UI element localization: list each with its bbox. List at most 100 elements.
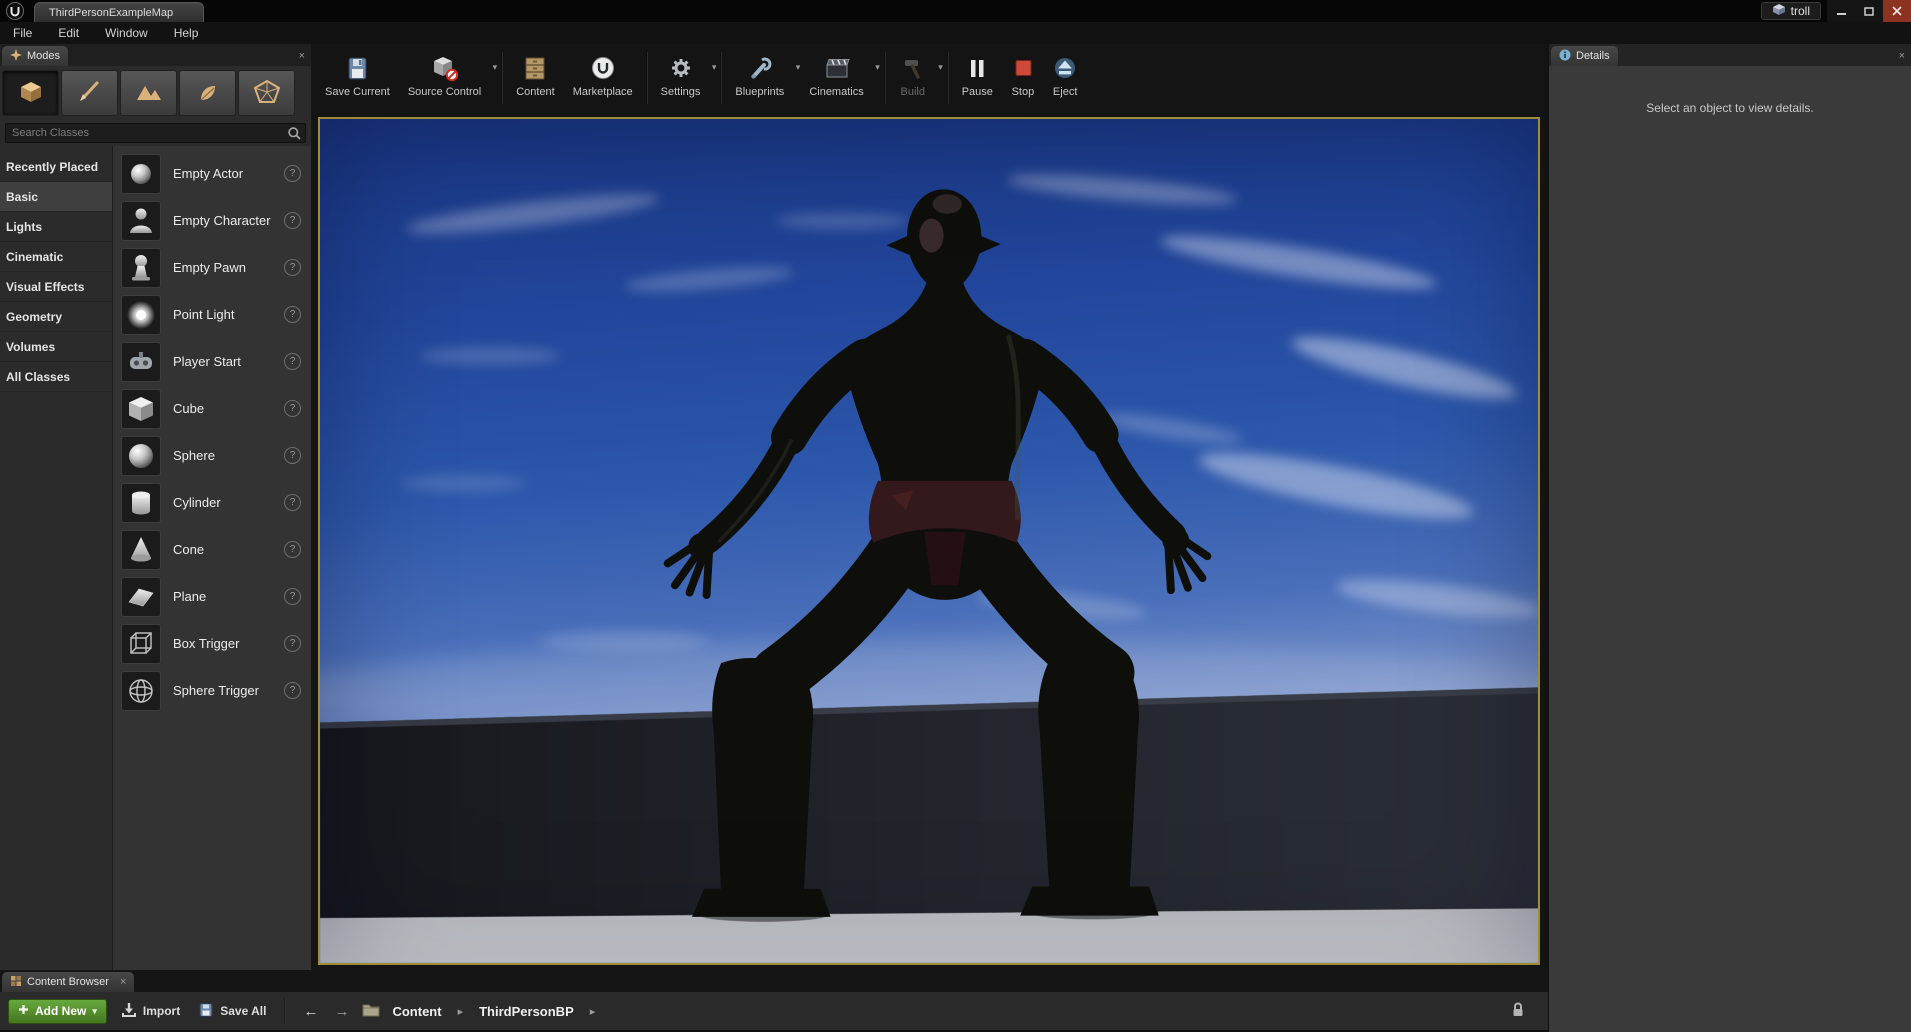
category-recently-placed[interactable]: Recently Placed (0, 152, 112, 182)
paint-mode-button[interactable] (61, 70, 118, 116)
forward-arrow-icon[interactable]: → (331, 1003, 352, 1020)
grab-handle-icon[interactable]: ? (284, 682, 301, 699)
menu-edit[interactable]: Edit (45, 22, 92, 44)
details-tab-label: Details (1576, 50, 1610, 62)
empty-pawn-thumbnail (121, 247, 161, 288)
source-control-button[interactable]: Source Control ▾ (399, 50, 497, 100)
grab-handle-icon[interactable]: ? (284, 259, 301, 276)
geometry-mode-icon (252, 79, 282, 108)
placeable-items-list: Empty Actor ? Empty Character ? Empty Pa… (113, 146, 311, 970)
marketplace-button[interactable]: Marketplace (564, 50, 642, 100)
lock-icon[interactable] (1510, 1001, 1526, 1021)
grab-handle-icon[interactable]: ? (284, 212, 301, 229)
add-new-button[interactable]: Add New ▾ (8, 998, 107, 1024)
level-viewport[interactable] (318, 117, 1540, 965)
stop-icon (1011, 54, 1035, 84)
chevron-down-icon: ▾ (492, 62, 498, 72)
breadcrumb-sep-icon: ▸ (457, 1005, 464, 1018)
list-item-box-trigger[interactable]: Box Trigger ? (113, 620, 311, 667)
level-tab[interactable]: ThirdPersonExampleMap (34, 2, 204, 22)
category-geometry[interactable]: Geometry (0, 302, 112, 332)
foliage-mode-button[interactable] (179, 70, 236, 116)
blueprints-button[interactable]: Blueprints ▾ (726, 50, 800, 100)
grab-handle-icon[interactable]: ? (284, 635, 301, 652)
list-item-empty-character[interactable]: Empty Character ? (113, 197, 311, 244)
cinematics-button[interactable]: Cinematics ▾ (800, 50, 880, 100)
save-current-button[interactable]: Save Current (316, 50, 399, 100)
landscape-mode-button[interactable] (120, 70, 177, 116)
place-mode-button[interactable] (2, 70, 59, 116)
category-lights[interactable]: Lights (0, 212, 112, 242)
chevron-down-icon: ▾ (875, 62, 880, 72)
list-item-plane[interactable]: Plane ? (113, 573, 311, 620)
grab-handle-icon[interactable]: ? (284, 447, 301, 464)
grab-handle-icon[interactable]: ? (284, 588, 301, 605)
category-visual-effects[interactable]: Visual Effects (0, 272, 112, 302)
save-all-icon (198, 1002, 214, 1021)
tab-modes[interactable]: Modes (2, 46, 69, 66)
content-browser-toolbar: Add New ▾ Import Save All ← → Content ▸ … (0, 992, 1548, 1030)
list-item-empty-pawn[interactable]: Empty Pawn ? (113, 244, 311, 291)
list-item-sphere-trigger[interactable]: Sphere Trigger ? (113, 667, 311, 714)
stop-button[interactable]: Stop (1002, 50, 1044, 100)
sphere-thumbnail (121, 435, 161, 476)
search-classes-input[interactable] (6, 124, 305, 142)
content-browser-tabrow: Content Browser × (0, 970, 1548, 992)
plus-icon (18, 1004, 29, 1018)
build-button[interactable]: Build ▾ (890, 50, 943, 100)
list-item-point-light[interactable]: Point Light ? (113, 291, 311, 338)
menu-file[interactable]: File (0, 22, 45, 44)
menu-help[interactable]: Help (161, 22, 212, 44)
modes-panel: Modes × Search Classes Recently Placed B… (0, 44, 312, 970)
geometry-mode-button[interactable] (238, 70, 295, 116)
cinematics-clapper-icon (822, 54, 852, 84)
grab-handle-icon[interactable]: ? (284, 165, 301, 182)
close-panel-icon[interactable]: × (120, 976, 126, 988)
eject-icon (1053, 54, 1077, 84)
save-all-button[interactable]: Save All (194, 1002, 270, 1021)
content-button[interactable]: Content (507, 50, 564, 100)
menubar: File Edit Window Help (0, 22, 1911, 44)
minimize-button[interactable] (1827, 0, 1855, 22)
import-button[interactable]: Import (117, 1002, 184, 1021)
list-item-cylinder[interactable]: Cylinder ? (113, 479, 311, 526)
unreal-logo-icon (4, 1, 26, 21)
titlebar: ThirdPersonExampleMap troll (0, 0, 1911, 22)
grab-handle-icon[interactable]: ? (284, 400, 301, 417)
close-button[interactable] (1883, 0, 1911, 22)
source-control-icon (429, 54, 461, 84)
breadcrumb-sep-icon[interactable]: ▸ (586, 1005, 600, 1018)
grab-handle-icon[interactable]: ? (284, 306, 301, 323)
restore-button[interactable] (1855, 0, 1883, 22)
close-panel-icon[interactable]: × (299, 51, 305, 62)
breadcrumb-content[interactable]: Content (390, 1004, 443, 1019)
settings-button[interactable]: Settings ▾ (652, 50, 716, 100)
list-item-player-start[interactable]: Player Start ? (113, 338, 311, 385)
tab-content-browser[interactable]: Content Browser × (2, 972, 135, 992)
category-volumes[interactable]: Volumes (0, 332, 112, 362)
category-cinematic[interactable]: Cinematic (0, 242, 112, 272)
close-panel-icon[interactable]: × (1899, 51, 1905, 62)
pause-button[interactable]: Pause (953, 50, 1002, 100)
level-tab-label: ThirdPersonExampleMap (49, 6, 174, 19)
list-item-cube[interactable]: Cube ? (113, 385, 311, 432)
grab-handle-icon[interactable]: ? (284, 494, 301, 511)
list-item-empty-actor[interactable]: Empty Actor ? (113, 150, 311, 197)
folder-icon[interactable] (362, 1002, 380, 1020)
place-mode-icon (16, 79, 46, 108)
eject-button[interactable]: Eject (1044, 50, 1086, 100)
tab-details[interactable]: Details (1551, 46, 1618, 66)
box-trigger-thumbnail (121, 623, 161, 664)
list-item-cone[interactable]: Cone ? (113, 526, 311, 573)
menu-window[interactable]: Window (92, 22, 161, 44)
empty-actor-thumbnail (121, 153, 161, 194)
mode-toolbar (0, 66, 311, 120)
grab-handle-icon[interactable]: ? (284, 353, 301, 370)
back-arrow-icon[interactable]: ← (300, 1003, 321, 1020)
category-all-classes[interactable]: All Classes (0, 362, 112, 392)
grab-handle-icon[interactable]: ? (284, 541, 301, 558)
list-item-sphere[interactable]: Sphere ? (113, 432, 311, 479)
category-basic[interactable]: Basic (0, 182, 112, 212)
main-toolbar: Save Current Source Control ▾ Content Ma… (316, 46, 1544, 112)
breadcrumb-thirdpersonbp[interactable]: ThirdPersonBP (477, 1004, 576, 1019)
